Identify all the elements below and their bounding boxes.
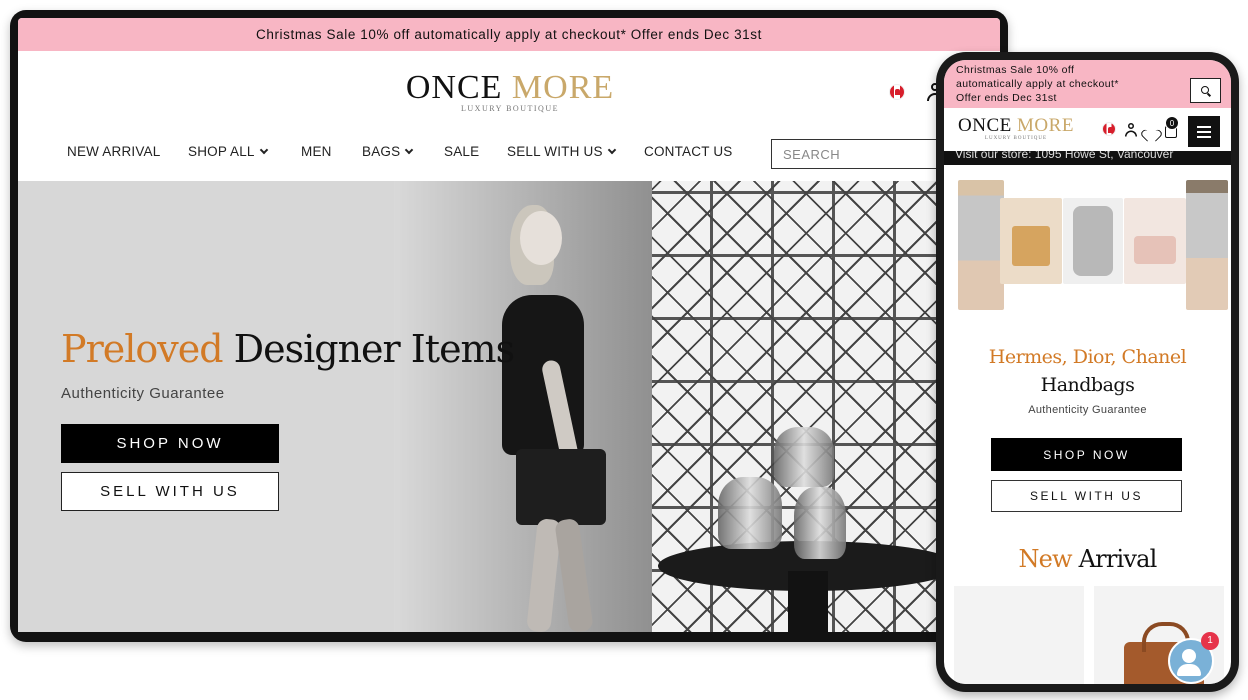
search-input[interactable] (783, 146, 933, 162)
promo-banner: Christmas Sale 10% off automatically app… (18, 18, 1000, 51)
chat-notification-badge: 1 (1201, 632, 1219, 650)
collage-model-photo (958, 180, 1004, 310)
hero-title: Preloved Designer Items (61, 327, 515, 371)
hero-model-photo (476, 199, 606, 632)
logo-once: ONCE (958, 115, 1012, 136)
nav-new-arrival[interactable]: NEW ARRIVAL (67, 144, 160, 159)
nav-label: SHOP ALL (188, 144, 255, 159)
product-card[interactable] (954, 586, 1084, 684)
cart-count-badge: 0 (1165, 116, 1179, 130)
heart-icon[interactable] (1145, 125, 1157, 136)
mobile-sell-with-us-button[interactable]: SELL WITH US (991, 480, 1182, 512)
mobile-site-logo[interactable]: ONCE MORE LUXURY BOUTIQUE (955, 115, 1077, 142)
store-info-bar: Visit our store: 1095 Howe St, Vancouver (944, 151, 1231, 165)
nav-label: SELL WITH US (507, 144, 603, 159)
mobile-search-button[interactable] (1190, 78, 1221, 103)
nav-men[interactable]: MEN (301, 144, 332, 159)
collage-tote-photo (1000, 198, 1062, 284)
collage-model-photo (1186, 180, 1228, 310)
shop-now-button[interactable]: SHOP NOW (61, 424, 279, 463)
nav-shop-all[interactable]: SHOP ALL (188, 144, 268, 159)
desktop-screen: Christmas Sale 10% off automatically app… (18, 18, 1000, 632)
site-logo[interactable]: ONCE MORE LUXURY BOUTIQUE (404, 69, 616, 114)
mobile-heading-accent: Hermes, Dior, Chanel (988, 346, 1187, 368)
hero-title-accent: Preloved (61, 327, 224, 371)
collage-jacket-photo (1063, 198, 1123, 284)
nav-label: BAGS (362, 144, 401, 159)
nav-label: NEW ARRIVAL (67, 144, 161, 159)
mobile-screen: Christmas Sale 10% off automatically app… (944, 60, 1231, 684)
mobile-shop-now-button[interactable]: SHOP NOW (991, 438, 1182, 471)
logo-once: ONCE (405, 69, 503, 106)
nav-sell-with-us[interactable]: SELL WITH US (507, 144, 616, 159)
new-arrival-rest: Arrival (1078, 545, 1158, 573)
menu-icon[interactable] (1188, 116, 1220, 147)
logo-tagline: LUXURY BOUTIQUE (984, 136, 1048, 141)
mobile-hero-heading: Hermes, Dior, Chanel Handbags (944, 343, 1231, 399)
chevron-down-icon (607, 145, 616, 154)
user-icon[interactable] (1125, 123, 1137, 137)
nav-sale[interactable]: SALE (444, 144, 479, 159)
hero-banner: Preloved Designer Items Authenticity Gua… (18, 181, 1000, 632)
canada-flag-icon[interactable] (889, 84, 905, 100)
mobile-hero-collage (950, 180, 1228, 315)
mobile-heading-rest: Handbags (1040, 374, 1135, 396)
chevron-down-icon (405, 145, 414, 154)
canada-flag-icon[interactable] (1102, 122, 1116, 136)
mobile-hero-subtitle: Authenticity Guarantee (1028, 404, 1147, 416)
chevron-down-icon (259, 145, 268, 154)
sell-with-us-button[interactable]: SELL WITH US (61, 472, 279, 511)
nav-contact-us[interactable]: CONTACT US (644, 144, 733, 159)
hero-subtitle: Authenticity Guarantee (61, 385, 225, 402)
search-icon (1201, 86, 1209, 94)
logo-more: MORE (1017, 115, 1074, 136)
nav-label: MEN (301, 144, 332, 159)
mobile-promo-text: Christmas Sale 10% off automatically app… (956, 64, 1119, 104)
mobile-promo-banner: Christmas Sale 10% off automatically app… (944, 60, 1231, 108)
logo-more: MORE (511, 69, 615, 106)
new-arrival-heading: New Arrival (944, 545, 1231, 573)
hero-title-rest: Designer Items (233, 327, 515, 371)
hero-vase (794, 487, 846, 559)
hero-vase (774, 427, 834, 487)
hero-vase (718, 477, 782, 549)
hero-table-leg (788, 571, 828, 632)
nav-label: SALE (444, 144, 480, 159)
new-arrival-accent: New (1018, 545, 1072, 573)
promo-text: Christmas Sale 10% off automatically app… (256, 27, 762, 42)
nav-label: CONTACT US (644, 144, 733, 159)
collage-chanel-bag-photo (1124, 198, 1186, 284)
store-address: Visit our store: 1095 Howe St, Vancouver (955, 151, 1174, 161)
nav-bags[interactable]: BAGS (362, 144, 414, 159)
